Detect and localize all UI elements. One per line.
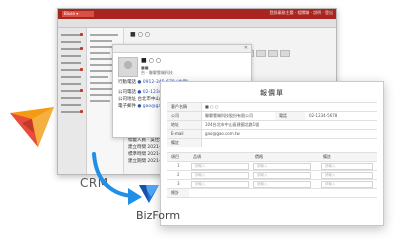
form-row: 公司 聯繫雲端科技股份有限公司 電話 02-1234-5678 — [167, 111, 377, 120]
form-row: E-mail gao@gao.com.tw — [167, 129, 377, 138]
contact-row-label: 電子郵件 — [118, 104, 136, 109]
note-input[interactable]: 請輸入 — [321, 163, 373, 170]
contact-name: ■ ○ ○ — [141, 57, 161, 64]
price-input[interactable]: 請輸入 — [253, 181, 311, 188]
crm-action-button[interactable] — [268, 50, 278, 57]
form-value[interactable]: 02-1234-5678 — [309, 113, 337, 118]
table-header-cell: 品項 — [193, 154, 201, 159]
table-header-cell: 備註 — [323, 154, 331, 159]
crm-top-bar: Biuse ▾ 登錄業務主題 · 相關聯 · 說明 · 登出 — [58, 9, 336, 19]
form-row: 地址 104台北市中山區建國北路1號 — [167, 120, 377, 129]
row-number: 1 — [177, 163, 180, 168]
note-input[interactable]: 請輸入 — [321, 181, 373, 188]
item-input[interactable]: 請輸入 — [191, 163, 249, 170]
form-label: 公司 — [171, 113, 179, 118]
crm-record-title: ■ ○ ○ — [130, 31, 150, 38]
table-header-cell: 價格 — [255, 154, 263, 159]
form-label: 客戶名稱 — [171, 104, 187, 109]
crm-module-select[interactable]: Biuse ▾ — [62, 11, 94, 17]
contact-row-label: 公司電話 — [118, 90, 136, 95]
note-input[interactable]: 請輸入 — [321, 172, 373, 179]
form-label: E-mail — [171, 131, 184, 136]
form-label: 電話 — [279, 113, 287, 118]
avatar — [118, 57, 138, 77]
contact-row-label: 行動電話 — [118, 80, 136, 85]
total-row: 總計 — [167, 188, 377, 197]
form-value[interactable]: 104台北市中山區建國北路1號 — [205, 122, 259, 128]
close-icon[interactable]: ✕ — [244, 45, 248, 52]
contact-company: 台 · 聯繫雲端科技 — [141, 70, 173, 75]
table-row: 1 請輸入 請輸入 請輸入 — [167, 161, 377, 170]
item-input[interactable]: 請輸入 — [191, 181, 249, 188]
crm-action-button[interactable] — [280, 50, 290, 57]
price-input[interactable]: 請輸入 — [253, 172, 311, 179]
form-label: 備註 — [171, 140, 179, 145]
crm-top-links[interactable]: 登錄業務主題 · 相關聯 · 說明 · 登出 — [270, 10, 333, 16]
crm-sidebar — [58, 28, 87, 174]
table-header-cell: 項目 — [171, 154, 179, 159]
table-header-row: 項目 品項 價格 備註 — [167, 152, 377, 161]
form-row: 客戶名稱 ■ ○ ○ — [167, 102, 377, 111]
contact-card-header: ✕ — [113, 45, 251, 53]
crm-toolbar — [58, 19, 336, 28]
quote-form-window: 報價單 客戶名稱 ■ ○ ○ 公司 聯繫雲端科技股份有限公司 電話 02-123… — [160, 81, 384, 226]
crm-action-button[interactable] — [256, 50, 266, 57]
crm-logo-icon — [10, 107, 54, 147]
price-input[interactable]: 請輸入 — [253, 163, 311, 170]
quote-form-title: 報價單 — [260, 89, 284, 97]
table-row: 3 請輸入 請輸入 請輸入 — [167, 179, 377, 188]
contact-row: 公司地址 台北市中山區 — [118, 96, 164, 102]
form-label: 地址 — [171, 122, 179, 127]
item-input[interactable]: 請輸入 — [191, 172, 249, 179]
form-value[interactable]: ■ ○ ○ — [205, 104, 218, 109]
table-row: 2 請輸入 請輸入 請輸入 — [167, 170, 377, 179]
form-value[interactable]: 聯繫雲端科技股份有限公司 — [205, 113, 253, 119]
form-value[interactable]: gao@gao.com.tw — [205, 131, 240, 136]
total-label: 總計 — [171, 190, 179, 195]
bizform-label: BizForm — [136, 209, 181, 222]
form-row: 備註 — [167, 138, 377, 147]
row-number: 2 — [177, 172, 180, 177]
form-bottom-rule — [167, 197, 377, 198]
contact-row-label: 公司地址 — [118, 97, 136, 102]
row-number: 3 — [177, 181, 180, 186]
bizform-logo-icon — [139, 185, 159, 203]
